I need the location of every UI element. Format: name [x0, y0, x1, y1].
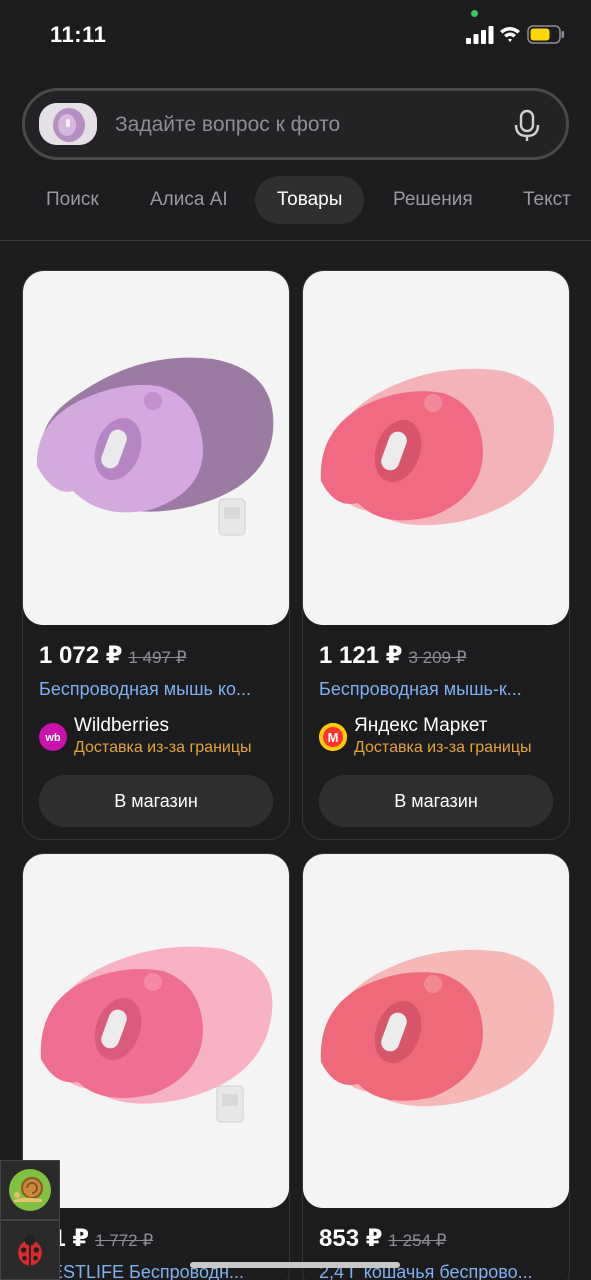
- product-image[interactable]: [23, 854, 289, 1208]
- product-title-link[interactable]: Беспроводная мышь ко...: [39, 679, 279, 700]
- price: 853 ₽: [319, 1225, 383, 1252]
- ladybug-widget-button[interactable]: [0, 1220, 60, 1280]
- product-image[interactable]: [303, 854, 569, 1208]
- tab-text[interactable]: Текст: [523, 176, 571, 224]
- price: 1 072 ₽: [39, 642, 123, 669]
- delivery-note: Доставка из-за границы: [354, 739, 532, 756]
- cellular-signal-icon: [466, 26, 494, 44]
- product-card[interactable]: 1 072 ₽ 1 497 ₽ Беспроводная мышь ко... w…: [22, 270, 290, 840]
- to-store-button[interactable]: В магазин: [39, 775, 273, 827]
- product-card[interactable]: 51 ₽1 772 ₽ BESTLIFE Беспроводн...: [22, 853, 290, 1280]
- shop-info: wb Wildberries Доставка из-за границы: [39, 715, 279, 757]
- search-mode-tabs: Поиск Алиса AI Товары Решения Текст: [0, 176, 591, 224]
- product-title-link[interactable]: Беспроводная мышь-к...: [319, 679, 559, 700]
- tab-solutions[interactable]: Решения: [393, 176, 473, 224]
- product-image[interactable]: [303, 271, 569, 625]
- product-card[interactable]: 853 ₽1 254 ₽ 2,4 Г кошачья беспрово...: [302, 853, 570, 1280]
- status-bar: 11:11: [0, 0, 591, 70]
- microphone-icon[interactable]: [513, 109, 541, 143]
- price-row: 853 ₽ 1 254 ₽: [319, 1224, 447, 1254]
- price-row: 1 121 ₽ 3 209 ₽: [319, 641, 467, 671]
- to-store-button[interactable]: В магазин: [319, 775, 553, 827]
- delivery-note: Доставка из-за границы: [74, 739, 252, 756]
- tab-search[interactable]: Поиск: [46, 176, 99, 224]
- old-price: 1 254 ₽: [388, 1231, 447, 1250]
- product-card[interactable]: 1 121 ₽ 3 209 ₽ Беспроводная мышь-к... M …: [302, 270, 570, 840]
- search-input[interactable]: Задайте вопрос к фото: [115, 113, 340, 137]
- old-price: 1 772 ₽: [95, 1231, 154, 1250]
- old-price: 1 497 ₽: [128, 648, 187, 667]
- tabs-divider: [0, 240, 591, 241]
- battery-icon: [527, 25, 564, 44]
- price: 1 121 ₽: [319, 642, 403, 669]
- status-time: 11:11: [50, 22, 107, 47]
- wifi-icon: [500, 27, 520, 42]
- image-search-bar[interactable]: Задайте вопрос к фото: [22, 88, 569, 160]
- tab-products[interactable]: Товары: [255, 176, 365, 224]
- product-image[interactable]: [23, 271, 289, 625]
- home-indicator[interactable]: [190, 1262, 400, 1268]
- query-photo-thumbnail[interactable]: [39, 103, 97, 145]
- snail-widget-button[interactable]: [0, 1160, 60, 1220]
- old-price: 3 209 ₽: [408, 648, 467, 667]
- tab-alice-ai[interactable]: Алиса AI: [150, 176, 228, 224]
- wildberries-logo-icon: wb: [39, 723, 67, 751]
- svg-text:wb: wb: [44, 732, 61, 744]
- shop-name: Яндекс Маркет: [354, 715, 488, 736]
- camera-indicator-dot: [471, 10, 478, 17]
- yandex-market-logo-icon: M: [319, 723, 347, 751]
- snail-icon: [9, 1169, 51, 1211]
- ladybug-icon: [18, 1234, 42, 1266]
- svg-text:M: M: [328, 730, 339, 745]
- shop-info: M Яндекс Маркет Доставка из-за границы: [319, 715, 559, 757]
- shop-name: Wildberries: [74, 715, 170, 736]
- price-row: 1 072 ₽ 1 497 ₽: [39, 641, 187, 671]
